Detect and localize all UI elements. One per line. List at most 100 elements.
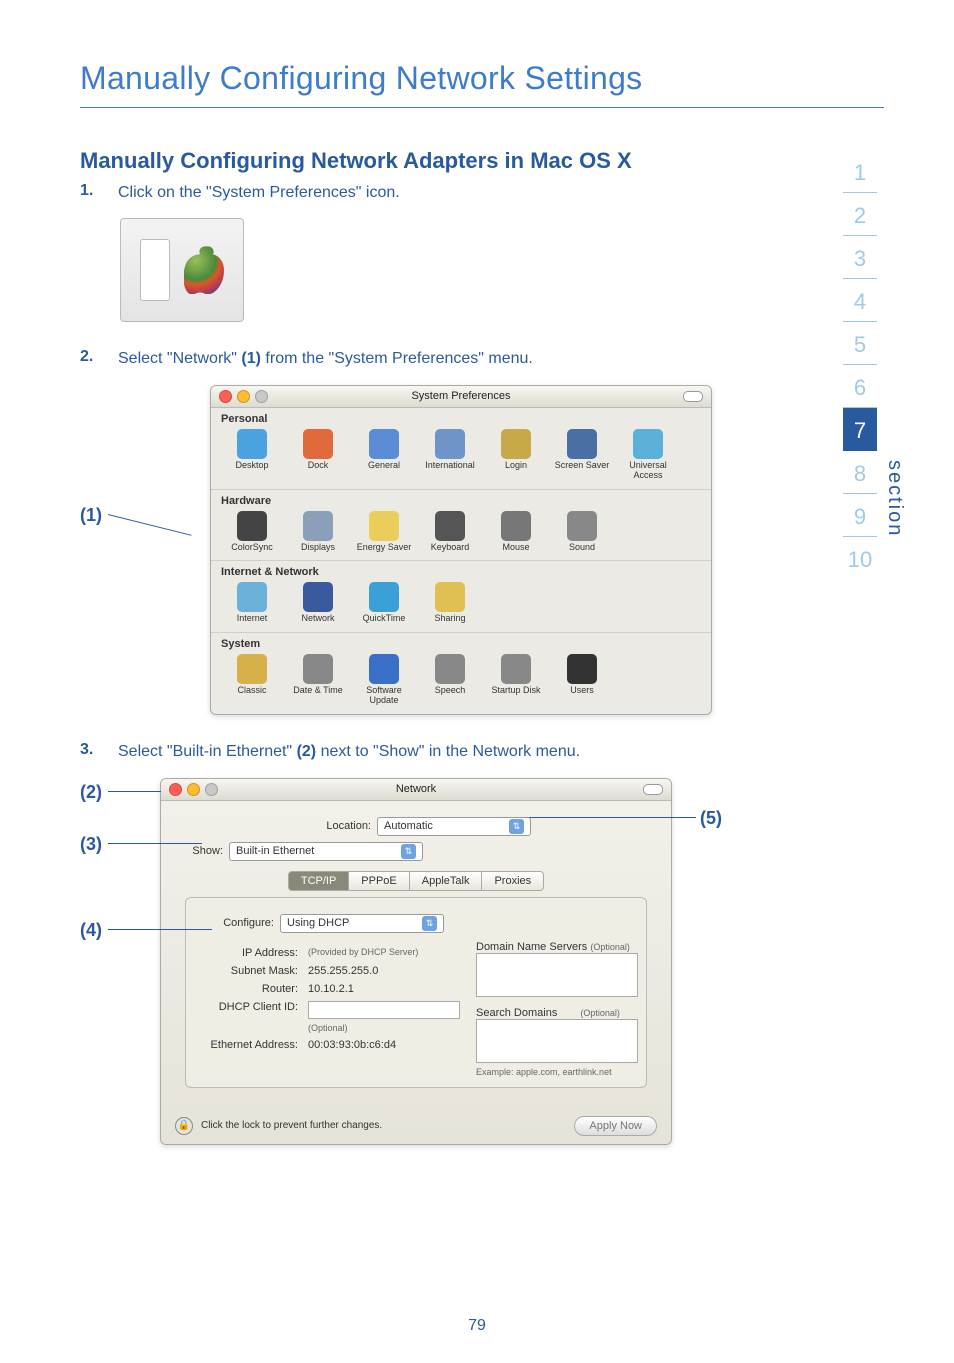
sp-pref-date-time[interactable]: Date & Time xyxy=(287,654,349,706)
pref-label: ColorSync xyxy=(231,543,273,553)
pref-label: Speech xyxy=(435,686,466,696)
sp-pref-general[interactable]: General xyxy=(353,429,415,481)
sp-pref-energy-saver[interactable]: Energy Saver xyxy=(353,511,415,553)
pref-icon xyxy=(435,429,465,459)
sp-pref-login[interactable]: Login xyxy=(485,429,547,481)
pref-icon xyxy=(237,429,267,459)
sp-pref-internet[interactable]: Internet xyxy=(221,582,283,624)
toolbar-toggle-icon[interactable] xyxy=(683,391,703,402)
figure-network-window: (2) (3) (4) (5) Network Location: Automa… xyxy=(160,778,884,1145)
pref-icon xyxy=(237,511,267,541)
dns-input[interactable] xyxy=(476,953,638,997)
search-domains-label: Search Domains xyxy=(476,1007,557,1019)
pref-label: Displays xyxy=(301,543,335,553)
figure-apple-icon xyxy=(120,218,884,322)
tabs: TCP/IPPPPoEAppleTalkProxies xyxy=(177,871,655,891)
sp-pref-keyboard[interactable]: Keyboard xyxy=(419,511,481,553)
step-number: 1. xyxy=(80,182,98,204)
sp-pref-colorsync[interactable]: ColorSync xyxy=(221,511,283,553)
sp-pref-mouse[interactable]: Mouse xyxy=(485,511,547,553)
sp-pref-desktop[interactable]: Desktop xyxy=(221,429,283,481)
location-select[interactable]: Automatic ⇅ xyxy=(377,817,531,836)
pref-label: Users xyxy=(570,686,594,696)
step-text: Select "Network" (1) from the "System Pr… xyxy=(118,348,533,370)
dock-placeholder xyxy=(140,239,170,301)
section-nav-item-1[interactable]: 1 xyxy=(843,150,877,193)
pref-icon xyxy=(369,582,399,612)
pref-label: Dock xyxy=(308,461,329,471)
sp-pref-classic[interactable]: Classic xyxy=(221,654,283,706)
system-preferences-window: System Preferences PersonalDesktopDockGe… xyxy=(210,385,712,715)
section-nav-item-9[interactable]: 9 xyxy=(843,494,877,537)
location-value: Automatic xyxy=(384,820,433,832)
pref-icon xyxy=(633,429,663,459)
sp-pref-software-update[interactable]: Software Update xyxy=(353,654,415,706)
section-nav-item-3[interactable]: 3 xyxy=(843,236,877,279)
section-nav-item-10[interactable]: 10 xyxy=(843,537,877,579)
pref-icon xyxy=(369,511,399,541)
apple-logo-icon xyxy=(184,246,224,294)
page-number: 79 xyxy=(0,1317,954,1335)
figure-system-preferences: (1) System Preferences PersonalDesktopDo… xyxy=(210,385,884,715)
sp-pref-sharing[interactable]: Sharing xyxy=(419,582,481,624)
tab-pppoe[interactable]: PPPoE xyxy=(349,871,409,891)
section-label: section xyxy=(883,460,906,537)
dhcp-client-label: DHCP Client ID: xyxy=(198,1001,298,1013)
pref-icon xyxy=(303,654,333,684)
tab-proxies[interactable]: Proxies xyxy=(482,871,544,891)
dhcp-client-input[interactable] xyxy=(308,1001,460,1019)
sp-pref-users[interactable]: Users xyxy=(551,654,613,706)
section-nav-item-8[interactable]: 8 xyxy=(843,451,877,494)
pref-icon xyxy=(369,429,399,459)
pref-icon xyxy=(501,429,531,459)
pref-label: Desktop xyxy=(235,461,268,471)
sp-pref-universal-access[interactable]: Universal Access xyxy=(617,429,679,481)
sp-pref-speech[interactable]: Speech xyxy=(419,654,481,706)
callout-3: (3) xyxy=(80,834,102,855)
pref-icon xyxy=(303,582,333,612)
sp-pref-startup-disk[interactable]: Startup Disk xyxy=(485,654,547,706)
section-nav-item-2[interactable]: 2 xyxy=(843,193,877,236)
step-text-part: Select "Network" xyxy=(118,350,241,367)
show-select[interactable]: Built-in Ethernet ⇅ xyxy=(229,842,423,861)
configure-label: Configure: xyxy=(198,917,274,929)
pref-label: International xyxy=(425,461,475,471)
sp-pref-quicktime[interactable]: QuickTime xyxy=(353,582,415,624)
sp-pref-displays[interactable]: Displays xyxy=(287,511,349,553)
ref-marker: (1) xyxy=(241,350,261,367)
configure-select[interactable]: Using DHCP ⇅ xyxy=(280,914,444,933)
sp-pref-sound[interactable]: Sound xyxy=(551,511,613,553)
callout-5: (5) xyxy=(700,808,722,829)
pref-label: Date & Time xyxy=(293,686,343,696)
pref-label: Sound xyxy=(569,543,595,553)
lock-icon[interactable]: 🔒 xyxy=(175,1117,193,1135)
section-nav-item-4[interactable]: 4 xyxy=(843,279,877,322)
step-text: Click on the "System Preferences" icon. xyxy=(118,182,400,204)
sp-pref-screen-saver[interactable]: Screen Saver xyxy=(551,429,613,481)
callout-2: (2) xyxy=(80,782,102,803)
subnet-value: 255.255.255.0 xyxy=(308,965,378,977)
toolbar-toggle-icon[interactable] xyxy=(643,784,663,795)
callout-leader xyxy=(108,514,192,536)
ethernet-address-value: 00:03:93:0b:c6:d4 xyxy=(308,1039,396,1051)
section-nav-item-7[interactable]: 7 xyxy=(843,408,877,451)
search-domains-input[interactable] xyxy=(476,1019,638,1063)
step-1: 1. Click on the "System Preferences" ico… xyxy=(80,182,884,204)
pref-icon xyxy=(237,654,267,684)
sp-group-header: System xyxy=(211,633,711,650)
apply-now-button[interactable]: Apply Now xyxy=(574,1116,657,1136)
sp-pref-international[interactable]: International xyxy=(419,429,481,481)
tab-tcp-ip[interactable]: TCP/IP xyxy=(288,871,349,891)
sp-pref-dock[interactable]: Dock xyxy=(287,429,349,481)
tab-appletalk[interactable]: AppleTalk xyxy=(410,871,483,891)
section-nav-item-6[interactable]: 6 xyxy=(843,365,877,408)
router-value: 10.10.2.1 xyxy=(308,983,354,995)
pref-icon xyxy=(435,654,465,684)
step-text-part: from the "System Preferences" menu. xyxy=(261,350,533,367)
sp-group-row: ColorSync Displays Energy SaverKeyboardMou… xyxy=(211,507,711,562)
tcp-ip-panel: Configure: Using DHCP ⇅ IP Address: (Pro… xyxy=(185,897,647,1088)
chevron-updown-icon: ⇅ xyxy=(401,844,416,859)
section-nav-item-5[interactable]: 5 xyxy=(843,322,877,365)
ref-marker: (2) xyxy=(297,743,317,760)
sp-pref-network[interactable]: Network xyxy=(287,582,349,624)
